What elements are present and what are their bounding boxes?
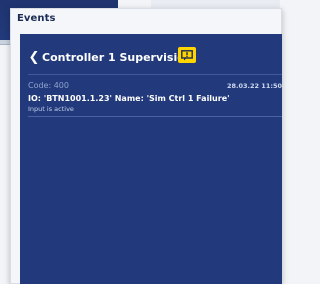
event-timestamp: 28.03.22 11:50 <box>226 82 282 90</box>
panel-title: Controller 1 Supervision <box>42 51 193 64</box>
event-code: Code: 400 <box>28 81 69 90</box>
back-button[interactable]: ❮ <box>28 49 40 65</box>
alarm-icon <box>181 49 193 60</box>
alarm-button[interactable] <box>178 47 196 63</box>
header-divider <box>28 74 282 75</box>
supervision-panel: ❮ Controller 1 Supervision Code: 400 28.… <box>20 34 282 284</box>
window-title: Events <box>17 13 56 24</box>
chevron-left-icon: ❮ <box>28 49 40 65</box>
event-divider <box>28 116 282 117</box>
event-io-name: IO: 'BTN1001.1.23' Name: 'Sim Ctrl 1 Fai… <box>28 94 230 103</box>
event-status: Input is active <box>28 105 74 113</box>
events-window: Events ❮ Controller 1 Supervision Code: … <box>10 8 282 284</box>
